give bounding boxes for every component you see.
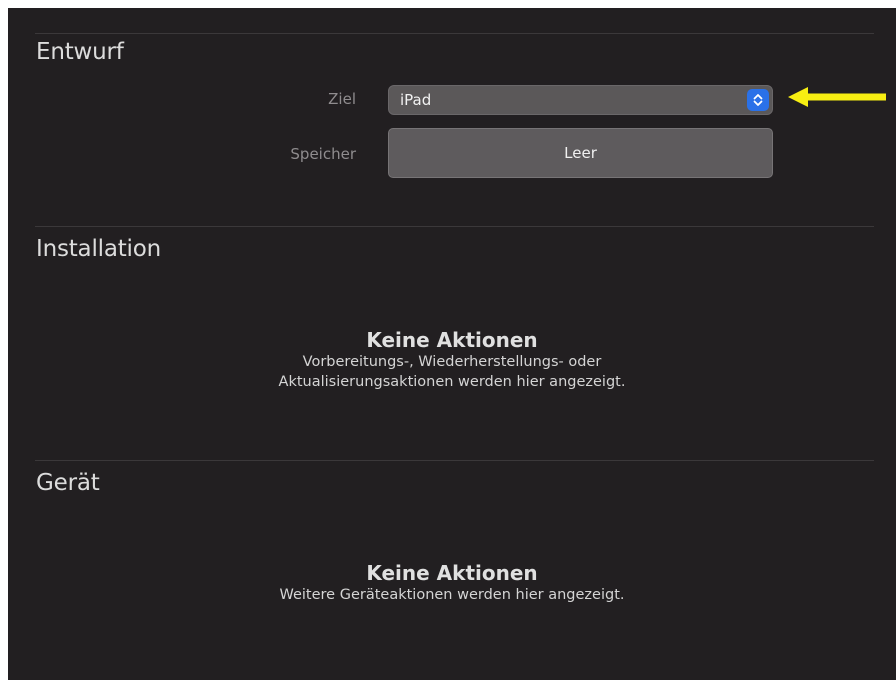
geraet-empty-desc: Weitere Geräteaktionen werden hier angez…: [279, 587, 625, 603]
installation-empty-state: Keine Aktionen Vorbereitungs-, Wiederher…: [8, 328, 896, 392]
ziel-popup-value: iPad: [400, 91, 432, 109]
geraet-empty-title: Keine Aktionen: [366, 561, 538, 585]
ziel-popup-button[interactable]: iPad: [388, 85, 773, 115]
geraet-empty-state: Keine Aktionen Weitere Geräteaktionen we…: [8, 561, 896, 605]
chevron-up-down-icon: [747, 89, 769, 111]
arrow-left-icon: [788, 87, 886, 107]
settings-panel: Entwurf Ziel iPad Speicher Leer Installa…: [8, 8, 896, 680]
section-divider: [35, 33, 874, 34]
section-title-geraet: Gerät: [36, 470, 100, 496]
speicher-label: Speicher: [290, 145, 356, 163]
section-divider: [35, 226, 874, 227]
ziel-label: Ziel: [328, 90, 356, 108]
section-title-entwurf: Entwurf: [36, 39, 124, 65]
section-divider: [35, 460, 874, 461]
installation-empty-desc-line2: Aktualisierungsaktionen werden hier ange…: [278, 374, 626, 390]
installation-empty-desc-line1: Vorbereitungs-, Wiederherstellungs- oder: [302, 354, 602, 370]
installation-empty-title: Keine Aktionen: [366, 328, 538, 352]
speicher-leer-button[interactable]: Leer: [388, 128, 773, 178]
section-title-installation: Installation: [36, 236, 161, 262]
